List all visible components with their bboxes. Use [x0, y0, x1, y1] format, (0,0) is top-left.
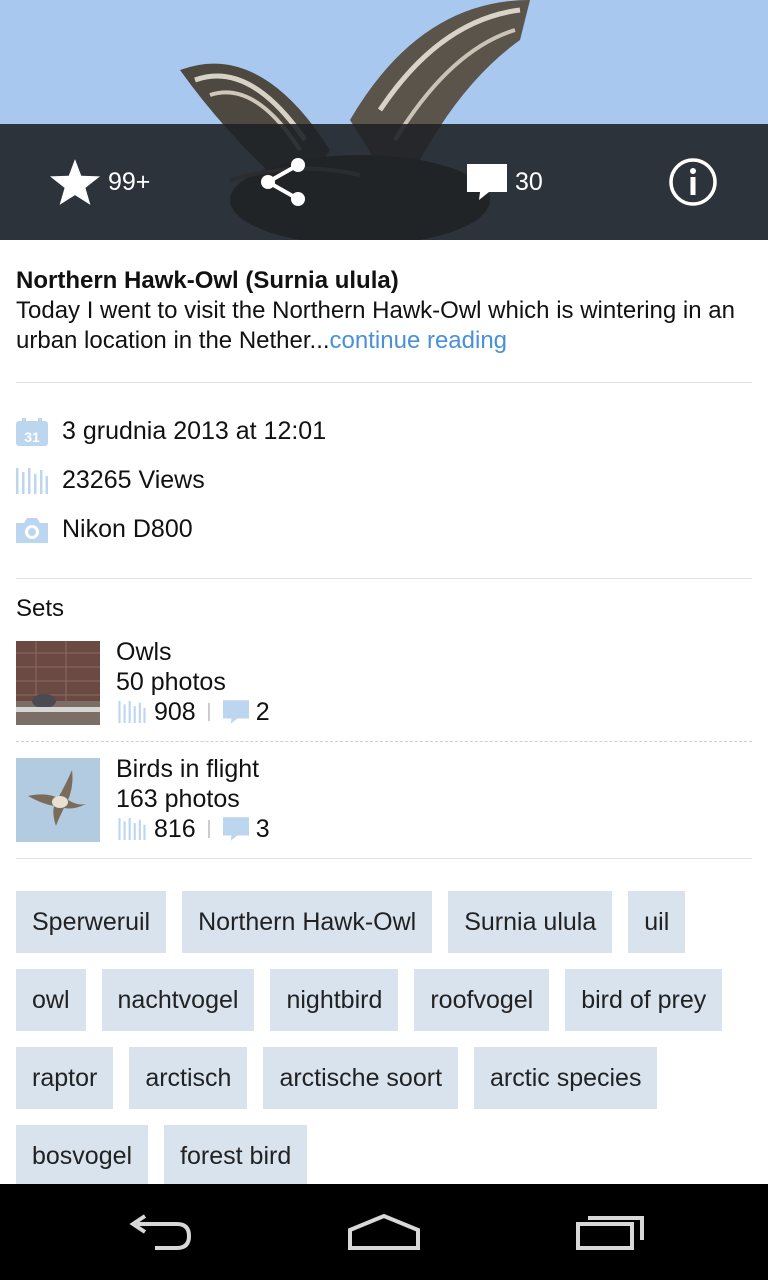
tag[interactable]: forest bird — [164, 1125, 308, 1187]
date-row: 31 3 grudnia 2013 at 12:01 — [16, 407, 752, 456]
share-button[interactable] — [258, 124, 308, 240]
views-icon — [118, 818, 146, 840]
divider — [16, 578, 752, 579]
comment-icon — [467, 164, 507, 200]
tag[interactable]: arctic species — [474, 1047, 658, 1109]
home-icon — [348, 1213, 420, 1250]
tag[interactable]: nightbird — [270, 969, 399, 1031]
views-icon — [16, 467, 48, 494]
calendar-icon: 31 — [16, 417, 48, 446]
info-button[interactable] — [668, 124, 718, 240]
tag[interactable]: Surnia ulula — [448, 891, 613, 953]
back-button[interactable] — [100, 1184, 220, 1280]
tag[interactable]: owl — [16, 969, 86, 1031]
back-icon — [129, 1214, 192, 1250]
separator — [207, 703, 210, 721]
tag[interactable]: raptor — [16, 1047, 114, 1109]
set-views: 816 — [154, 815, 196, 843]
camera-row[interactable]: Nikon D800 — [16, 505, 752, 554]
sets-heading: Sets — [16, 595, 65, 622]
system-nav-bar — [0, 1184, 768, 1280]
comments-button[interactable]: 30 — [467, 124, 543, 240]
date-taken: 3 grudnia 2013 at 12:01 — [62, 417, 327, 445]
calendar-day: 31 — [24, 429, 40, 445]
set-thumbnail — [16, 758, 100, 842]
set-name: Birds in flight — [116, 755, 260, 783]
tag[interactable]: bird of prey — [565, 969, 723, 1031]
comment-icon — [222, 700, 249, 724]
favorite-button[interactable]: 99+ — [50, 124, 150, 240]
tag[interactable]: arctische soort — [263, 1047, 459, 1109]
home-button[interactable] — [324, 1184, 444, 1280]
tag[interactable]: roofvogel — [414, 969, 550, 1031]
camera-model: Nikon D800 — [62, 515, 193, 543]
tag[interactable]: uil — [628, 891, 686, 953]
photo-details: Northern Hawk-Owl (Surnia ulula) Today I… — [16, 240, 752, 1203]
set-item-birds-in-flight[interactable]: Birds in flight 163 photos 816 3 — [16, 755, 752, 843]
tag[interactable]: Northern Hawk-Owl — [182, 891, 433, 953]
tag[interactable]: arctisch — [129, 1047, 248, 1109]
info-icon — [669, 158, 717, 206]
set-photo-count: 163 photos — [116, 785, 240, 813]
photo-description: Today I went to visit the Northern Hawk-… — [16, 296, 752, 356]
set-views: 908 — [154, 698, 196, 726]
favorites-count: 99+ — [108, 167, 151, 196]
share-icon — [261, 158, 305, 206]
set-item-owls[interactable]: Owls 50 photos 908 2 — [16, 638, 752, 726]
photo-title: Northern Hawk-Owl (Surnia ulula) — [16, 267, 399, 294]
tag[interactable]: nachtvogel — [101, 969, 255, 1031]
set-thumbnail — [16, 641, 100, 725]
tag-list: Sperweruil Northern Hawk-Owl Surnia ulul… — [16, 891, 752, 1203]
set-name: Owls — [116, 638, 172, 666]
recents-icon — [576, 1216, 644, 1250]
comment-icon — [222, 817, 249, 841]
camera-icon — [16, 517, 48, 543]
recents-button[interactable] — [550, 1184, 670, 1280]
comments-count: 30 — [515, 167, 543, 196]
separator — [207, 820, 210, 838]
set-comments: 2 — [255, 698, 270, 726]
set-photo-count: 50 photos — [116, 668, 226, 696]
tag[interactable]: bosvogel — [16, 1125, 149, 1187]
continue-reading-link[interactable]: continue reading — [330, 327, 507, 354]
views-row: 23265 Views — [16, 456, 752, 505]
star-icon — [50, 159, 100, 205]
views-icon — [118, 701, 146, 723]
photo-action-bar: 99+ 30 — [0, 124, 768, 240]
views-count: 23265 Views — [62, 466, 205, 494]
tag[interactable]: Sperweruil — [16, 891, 167, 953]
set-comments: 3 — [255, 815, 270, 843]
